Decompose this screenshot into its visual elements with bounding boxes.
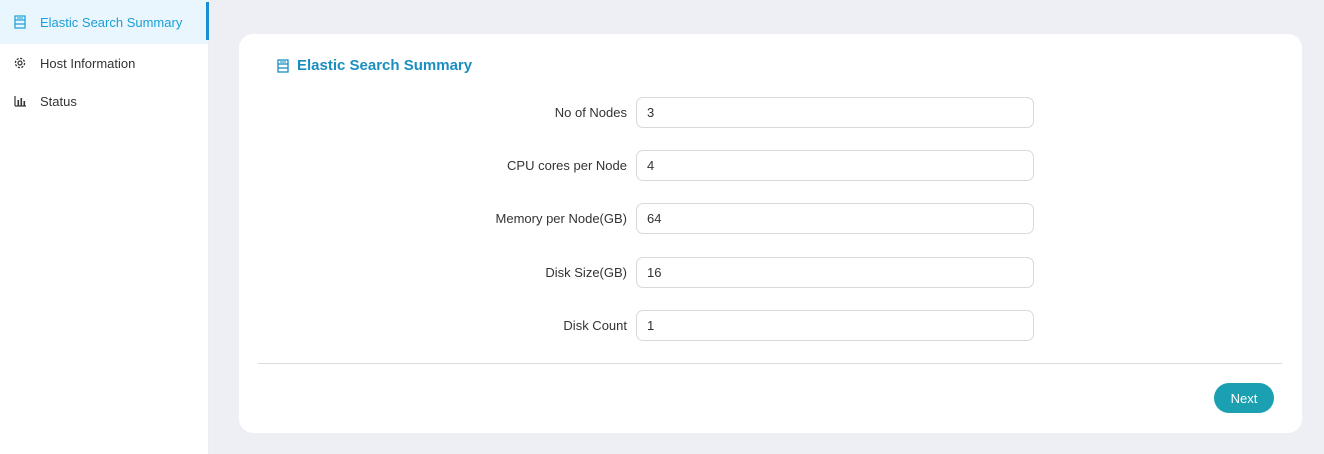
field-label: Disk Size(GB)	[545, 265, 627, 280]
summary-card: Elastic Search Summary No of Nodes CPU c…	[239, 34, 1302, 433]
divider	[258, 363, 1282, 364]
sidebar-item-host-information[interactable]: Host Information	[0, 44, 208, 82]
sidebar-item-elastic-search-summary[interactable]: Elastic Search Summary	[0, 0, 209, 44]
card-title: Elastic Search Summary	[277, 57, 472, 74]
sidebar-item-label: Host Information	[40, 55, 136, 71]
gear-icon	[13, 56, 27, 70]
card-title-text: Elastic Search Summary	[297, 57, 473, 74]
form-row-no-of-nodes: No of Nodes	[239, 97, 1302, 128]
form-row-disk-size: Disk Size(GB)	[239, 257, 1302, 288]
summary-icon	[277, 58, 291, 73]
memory-per-node-input[interactable]	[636, 203, 1034, 234]
summary-icon	[13, 15, 27, 29]
sidebar-item-status[interactable]: Status	[0, 82, 208, 120]
cpu-cores-input[interactable]	[636, 150, 1034, 181]
field-label: No of Nodes	[554, 105, 627, 120]
bar-chart-icon	[13, 94, 27, 108]
app: Elastic Search Summary Host Information	[0, 0, 1324, 454]
form-row-memory: Memory per Node(GB)	[239, 203, 1302, 234]
form-row-disk-count: Disk Count	[239, 310, 1302, 341]
disk-size-input[interactable]	[636, 257, 1034, 288]
sidebar-item-label: Status	[40, 93, 77, 109]
no-of-nodes-input[interactable]	[636, 97, 1034, 128]
disk-count-input[interactable]	[636, 310, 1034, 341]
main-content: Elastic Search Summary No of Nodes CPU c…	[209, 0, 1324, 454]
sidebar: Elastic Search Summary Host Information	[0, 0, 209, 454]
field-label: Disk Count	[563, 318, 627, 333]
field-label: Memory per Node(GB)	[495, 211, 627, 226]
sidebar-item-label: Elastic Search Summary	[40, 14, 183, 30]
next-button[interactable]: Next	[1214, 383, 1274, 413]
form-row-cpu-cores: CPU cores per Node	[239, 150, 1302, 181]
field-label: CPU cores per Node	[507, 158, 627, 173]
